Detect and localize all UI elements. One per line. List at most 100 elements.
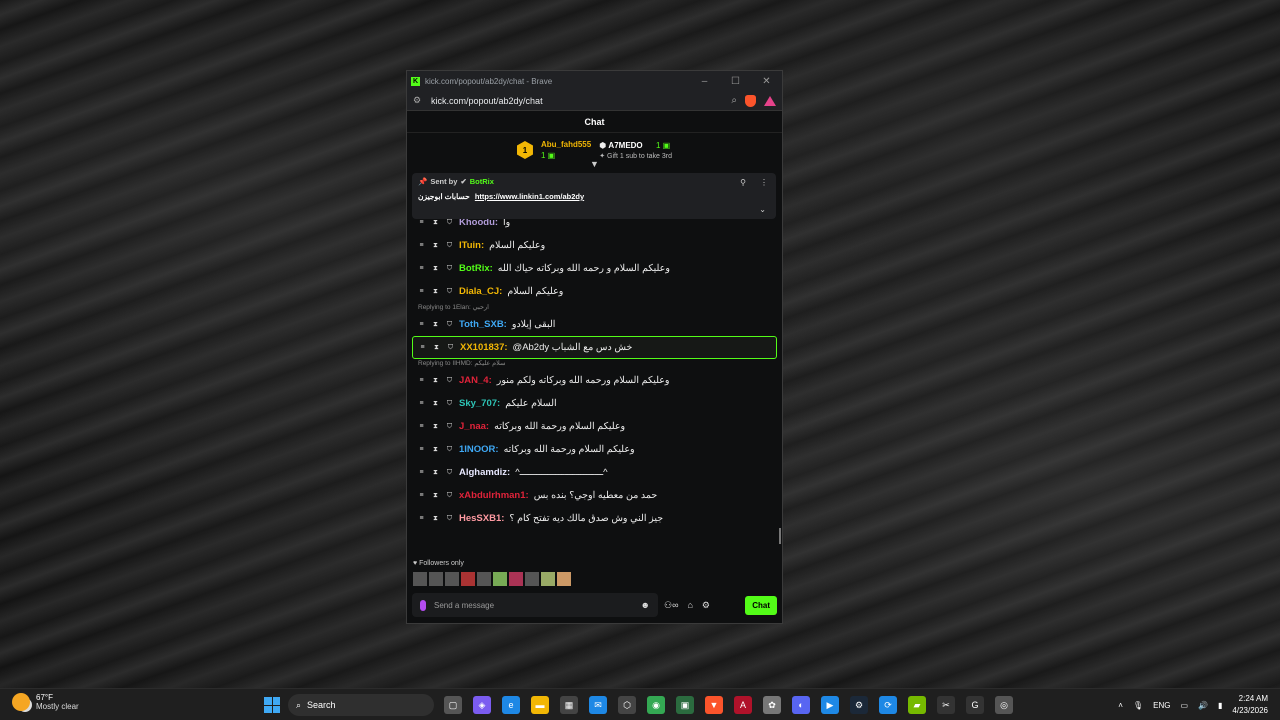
mod-menu-icon[interactable]: ≡ — [417, 321, 426, 328]
app-icon[interactable]: G — [966, 696, 984, 714]
start-menu-icon[interactable] — [264, 697, 280, 713]
chat-username[interactable]: HesSXB1: — [459, 513, 504, 524]
url-field[interactable]: kick.com/popout/ab2dy/chat — [431, 96, 731, 106]
taskbar-search[interactable]: ⌕ Search — [288, 694, 434, 716]
chat-message[interactable]: ≡ ⧗ ⛉ Alghamdiz: ^ــــــــــــــــــــــــــ… — [412, 461, 777, 484]
chat-username[interactable]: ITuin: — [459, 240, 484, 251]
shield-icon[interactable]: ⛉ — [445, 423, 454, 431]
chat-message[interactable]: ≡ ⧗ ⛉ 1INOOR: وعليكم السلام ورحمة الله وبركا… — [412, 438, 777, 461]
mod-menu-icon[interactable]: ≡ — [417, 242, 426, 249]
app-icon[interactable]: ◎ — [995, 696, 1013, 714]
chat-message[interactable]: ≡ ⧗ ⛉ JAN_4: وعليكم السلام ورحمه الله وبركات… — [412, 369, 777, 392]
chrome-icon[interactable]: ◉ — [647, 696, 665, 714]
scrollbar[interactable] — [779, 528, 781, 544]
network-icon[interactable]: ▭ — [1180, 701, 1188, 710]
chevron-up-icon[interactable]: ˄ — [1118, 701, 1123, 710]
chat-username[interactable]: 1INOOR: — [459, 444, 499, 455]
battery-icon[interactable]: ▮ — [1218, 701, 1222, 710]
shield-icon[interactable]: ⛉ — [445, 446, 454, 454]
leader-second-name[interactable]: A7MEDO — [608, 141, 642, 150]
shield-icon[interactable]: ⛉ — [445, 377, 454, 385]
reply-context[interactable]: Replying to 1Elan: ارحبي — [412, 303, 777, 313]
shield-icon[interactable]: ⛉ — [445, 265, 454, 273]
minimize-button[interactable]: – — [689, 76, 720, 87]
emote[interactable] — [557, 572, 571, 586]
pinned-bot-name[interactable]: BotRix — [470, 177, 494, 186]
copilot-icon[interactable]: ◈ — [473, 696, 491, 714]
timeout-icon[interactable]: ⧗ — [431, 400, 440, 408]
emote[interactable] — [445, 572, 459, 586]
chat-username[interactable]: Sky_707: — [459, 398, 500, 409]
shield-icon[interactable]: ⛉ — [445, 321, 454, 329]
brave-icon[interactable]: ▼ — [705, 696, 723, 714]
maximize-button[interactable]: ☐ — [720, 76, 751, 87]
site-settings-icon[interactable]: ⚙ — [413, 95, 425, 106]
chat-message[interactable]: ≡ ⧗ ⛉ ITuin: وعليكم السلام — [412, 234, 777, 257]
shield-icon[interactable]: ⛉ — [445, 219, 454, 227]
edge-icon[interactable]: e — [502, 696, 520, 714]
leader-first-name[interactable]: Abu_fahd555 — [541, 140, 591, 149]
mail-icon[interactable]: ✉ — [589, 696, 607, 714]
app-icon[interactable]: ⬡ — [618, 696, 636, 714]
app-icon[interactable]: ▶ — [821, 696, 839, 714]
emote[interactable] — [509, 572, 523, 586]
mod-menu-icon[interactable]: ≡ — [417, 288, 426, 295]
emoji-icon[interactable]: ☻ — [641, 600, 650, 610]
chat-message[interactable]: ≡ ⧗ ⛉ HesSXB1: جيز الني وش صدق مالك ديه تفتح… — [412, 507, 777, 530]
timeout-icon[interactable]: ⧗ — [432, 344, 441, 352]
timeout-icon[interactable]: ⧗ — [431, 423, 440, 431]
mod-menu-icon[interactable]: ≡ — [417, 492, 426, 499]
timeout-icon[interactable]: ⧗ — [431, 321, 440, 329]
chat-username[interactable]: J_naa: — [459, 421, 489, 432]
mic-icon[interactable] — [420, 599, 426, 611]
chat-input[interactable]: Send a message ☻ — [412, 593, 658, 617]
timeout-icon[interactable]: ⧗ — [431, 469, 440, 477]
timeout-icon[interactable]: ⧗ — [431, 377, 440, 385]
timeout-icon[interactable]: ⧗ — [431, 492, 440, 500]
shield-icon[interactable]: ⛉ — [445, 492, 454, 500]
language-indicator[interactable]: ENG — [1153, 701, 1170, 710]
emote[interactable] — [429, 572, 443, 586]
chat-username[interactable]: xAbdulrhman1: — [459, 490, 529, 501]
mic-tray-icon[interactable]: 🎙 — [1133, 701, 1143, 710]
volume-icon[interactable]: 🔊 — [1198, 701, 1208, 710]
chat-username[interactable]: Diala_CJ: — [459, 286, 502, 297]
mod-menu-icon[interactable]: ≡ — [417, 446, 426, 453]
chat-username[interactable]: BotRix: — [459, 263, 493, 274]
expand-pinned-icon[interactable]: ⌄ — [759, 205, 766, 214]
mod-menu-icon[interactable]: ≡ — [417, 400, 426, 407]
emote[interactable] — [541, 572, 555, 586]
task-view-icon[interactable]: ▢ — [444, 696, 462, 714]
zoom-icon[interactable]: ⌕ — [731, 95, 737, 106]
mod-menu-icon[interactable]: ≡ — [417, 219, 426, 226]
mod-menu-icon[interactable]: ≡ — [417, 377, 426, 384]
chat-username[interactable]: JAN_4: — [459, 375, 492, 386]
discord-icon[interactable]: ◐ — [792, 696, 810, 714]
chat-username[interactable]: Toth_SXB: — [459, 319, 507, 330]
shield-icon[interactable]: ⛉ — [445, 400, 454, 408]
chat-username[interactable]: XX101837: — [460, 342, 508, 353]
chat-message[interactable]: ≡ ⧗ ⛉ J_naa: وعليكم السلام ورحمة الله وبركات… — [412, 415, 777, 438]
mod-menu-icon[interactable]: ≡ — [417, 469, 426, 476]
settings-icon[interactable]: ⚙ — [702, 600, 710, 611]
pinned-link[interactable]: https://www.linkin1.com/ab2dy — [475, 192, 584, 201]
brave-shields-icon[interactable] — [745, 94, 756, 107]
reply-context[interactable]: Replying to IIHMD: سلام عليكم — [412, 359, 777, 369]
chat-username[interactable]: Alghamdiz: — [459, 467, 510, 478]
mod-menu-icon[interactable]: ≡ — [417, 265, 426, 272]
clock[interactable]: 2:24 AM 4/23/2026 — [1232, 693, 1268, 717]
timeout-icon[interactable]: ⧗ — [431, 446, 440, 454]
users-icon[interactable]: ⚇∞ — [664, 600, 678, 611]
shield-icon[interactable]: ⛉ — [445, 288, 454, 296]
shield-icon[interactable]: ⛉ — [446, 344, 455, 352]
chat-message[interactable]: ≡ ⧗ ⛉ xAbdulrhman1: حمد من معطيه اوجي؟ بنده … — [412, 484, 777, 507]
app-icon[interactable]: ⟳ — [879, 696, 897, 714]
chat-message[interactable]: ≡ ⧗ ⛉ BotRix: وعليكم السلام و رحمه الله وبرك… — [412, 257, 777, 280]
emote[interactable] — [525, 572, 539, 586]
app-icon[interactable]: ✿ — [763, 696, 781, 714]
brave-rewards-icon[interactable] — [764, 95, 776, 106]
timeout-icon[interactable]: ⧗ — [431, 265, 440, 273]
nvidia-icon[interactable]: ▰ — [908, 696, 926, 714]
chat-input-placeholder[interactable]: Send a message — [434, 601, 633, 610]
capcut-icon[interactable]: ✂ — [937, 696, 955, 714]
